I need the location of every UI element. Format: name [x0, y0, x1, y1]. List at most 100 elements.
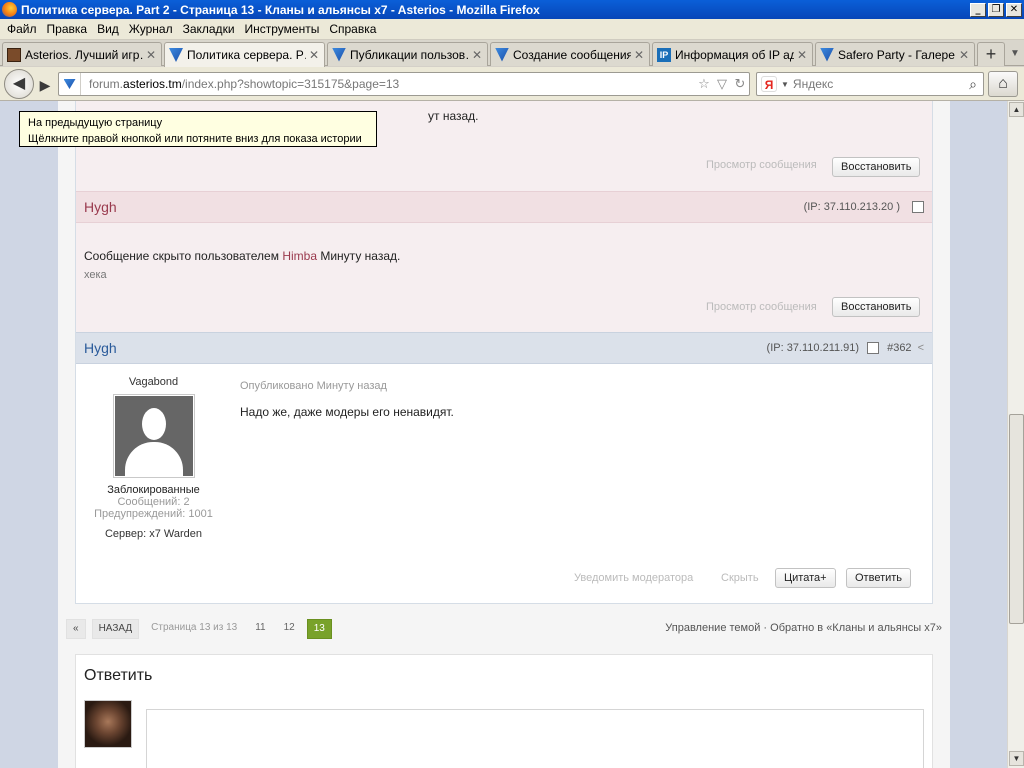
scroll-thumb[interactable] — [1009, 414, 1024, 624]
select-checkbox[interactable] — [867, 342, 880, 354]
tab-bar: Asterios. Лучший игр… ✕ Политика сервера… — [0, 40, 1024, 67]
reply-editor[interactable] — [146, 709, 924, 768]
url-host: asterios.tm — [123, 77, 182, 91]
forum-icon — [820, 47, 834, 62]
window-titlebar: Политика сервера. Part 2 - Страница 13 -… — [0, 0, 1024, 19]
scroll-up-arrow[interactable]: ▲ — [1009, 102, 1024, 117]
close-icon[interactable]: ✕ — [633, 48, 645, 62]
tab-label: Asterios. Лучший игр… — [25, 47, 143, 62]
restore-button[interactable]: Восстановить — [832, 297, 921, 317]
forward-arrow-icon: ▶ — [39, 77, 51, 93]
current-page[interactable]: 13 — [306, 619, 332, 639]
reply-button[interactable]: Ответить — [846, 568, 912, 588]
share-icon[interactable]: < — [918, 342, 924, 354]
menu-history[interactable]: Журнал — [124, 22, 178, 36]
pagination: « НАЗАД Страница 13 из 13 11 12 13 — [66, 619, 332, 639]
home-button[interactable]: ⌂ — [988, 71, 1018, 97]
minimize-button[interactable]: _ — [970, 2, 986, 17]
forum-page: ут назад. Просмотр сообщения Восстановит… — [58, 101, 950, 768]
posts-container: ут назад. Просмотр сообщения Восстановит… — [75, 101, 933, 604]
menu-edit[interactable]: Правка — [42, 22, 93, 36]
tooltip-line: Щёлкните правой кнопкой или потяните вни… — [28, 133, 362, 145]
close-button[interactable]: ✕ — [1006, 2, 1022, 17]
link-separator: · — [763, 622, 768, 634]
close-icon[interactable]: ✕ — [958, 48, 970, 62]
ip-icon: IP — [657, 47, 671, 62]
url-text[interactable]: forum.asterios.tm/index.php?showtopic=31… — [81, 77, 695, 91]
tab-label: Политика сервера. Р… — [187, 48, 306, 62]
history-dropdown-icon[interactable]: ▽ — [713, 76, 731, 92]
select-checkbox[interactable] — [912, 201, 924, 213]
hide-link[interactable]: Скрыть — [721, 572, 759, 584]
tab-user-posts[interactable]: Публикации пользов… ✕ — [327, 42, 488, 66]
bookmark-star-icon[interactable]: ☆ — [695, 76, 713, 92]
reply-box: Ответить — [75, 654, 933, 768]
search-engine-dropdown-icon[interactable]: ▼ — [781, 80, 789, 89]
close-icon[interactable]: ✕ — [145, 48, 157, 62]
menu-tools[interactable]: Инструменты — [240, 22, 325, 36]
hidden-post-text: ут назад. — [428, 109, 479, 123]
back-button[interactable]: ◀ — [4, 69, 34, 99]
user-group: Заблокированные — [107, 484, 200, 496]
reply-title: Ответить — [84, 667, 153, 684]
tab-create-post[interactable]: Создание сообщения… ✕ — [490, 42, 650, 66]
avatar — [84, 700, 132, 748]
vertical-scrollbar[interactable]: ▲ ▼ — [1007, 101, 1024, 768]
back-button-tooltip: На предыдущую страницу Щёлкните правой к… — [19, 111, 377, 147]
menu-bookmarks[interactable]: Закладки — [178, 22, 240, 36]
tab-safero-party[interactable]: Safero Party - Галере… ✕ — [815, 42, 975, 66]
hidden-by-user[interactable]: Himba — [282, 249, 317, 263]
post-author[interactable]: Hygh — [84, 340, 767, 356]
avatar[interactable] — [112, 394, 195, 478]
back-arrow-icon: ◀ — [12, 75, 26, 92]
back-to-forum-link[interactable]: Обратно в «Кланы и альянсы x7» — [770, 622, 942, 634]
close-icon[interactable]: ✕ — [796, 48, 808, 62]
search-icon[interactable]: ⌕ — [963, 76, 983, 93]
scroll-down-arrow[interactable]: ▼ — [1009, 751, 1024, 766]
quote-button[interactable]: Цитата+ — [775, 568, 836, 588]
prev-page-arrow[interactable]: « — [66, 619, 86, 639]
tab-label: Информация об IP ад… — [675, 47, 794, 62]
post-body: Надо же, даже модеры его ненавидят. — [240, 405, 454, 419]
post-author[interactable]: Hygh — [84, 199, 804, 215]
menu-file[interactable]: Файл — [2, 22, 42, 36]
menu-view[interactable]: Вид — [92, 22, 124, 36]
report-link[interactable]: Уведомить модератора — [574, 572, 693, 584]
search-input[interactable]: Яндекс — [793, 77, 963, 91]
post: Hygh (IP: 37.110.211.91) #362 < Vagabond… — [76, 332, 932, 602]
tab-ip-info[interactable]: IP Информация об IP ад… ✕ — [652, 42, 813, 66]
hidden-reason: хека — [84, 269, 107, 281]
hidden-when: Минуту назад. — [320, 249, 401, 263]
tab-server-policy[interactable]: Политика сервера. Р… ✕ — [164, 42, 325, 67]
post-header: Hygh (IP: 37.110.211.91) #362 < — [76, 332, 932, 364]
page-link[interactable]: 11 — [249, 619, 271, 639]
reload-icon[interactable]: ↻ — [731, 76, 749, 92]
page-viewport: ут назад. Просмотр сообщения Восстановит… — [0, 101, 1007, 768]
post-number[interactable]: #362 — [887, 342, 911, 354]
maximize-button[interactable]: ❐ — [988, 2, 1004, 17]
page-link[interactable]: 12 — [278, 619, 301, 639]
topic-links: Управление темой · Обратно в «Кланы и ал… — [665, 622, 942, 634]
hidden-post: Hygh (IP: 37.110.213.20 ) Сообщение скры… — [76, 191, 932, 332]
address-bar[interactable]: forum.asterios.tm/index.php?showtopic=31… — [58, 72, 750, 96]
menu-help[interactable]: Справка — [324, 22, 381, 36]
search-bar[interactable]: Я ▼ Яндекс ⌕ — [756, 72, 984, 96]
site-identity-icon[interactable] — [59, 73, 81, 95]
close-icon[interactable]: ✕ — [471, 48, 483, 62]
view-post-link[interactable]: Просмотр сообщения — [706, 301, 817, 313]
restore-button[interactable]: Восстановить — [832, 157, 921, 177]
back-button[interactable]: НАЗАД — [91, 619, 140, 639]
forward-button[interactable]: ▶ — [36, 76, 54, 94]
hidden-notice: Сообщение скрыто пользователем Himba Мин… — [84, 249, 400, 263]
new-tab-button[interactable]: + — [977, 42, 1005, 66]
view-post-link[interactable]: Просмотр сообщения — [706, 159, 817, 171]
close-icon[interactable]: ✕ — [308, 48, 320, 62]
yandex-icon[interactable]: Я — [761, 76, 777, 92]
tab-label: Safero Party - Галере… — [838, 47, 956, 62]
forum-icon — [169, 48, 183, 62]
forum-icon — [495, 47, 509, 62]
tab-list-icon[interactable]: ▼ — [1010, 48, 1020, 59]
manage-topic-link[interactable]: Управление темой — [665, 622, 760, 634]
tab-asterios[interactable]: Asterios. Лучший игр… ✕ — [2, 42, 162, 66]
forum-icon — [332, 47, 346, 62]
